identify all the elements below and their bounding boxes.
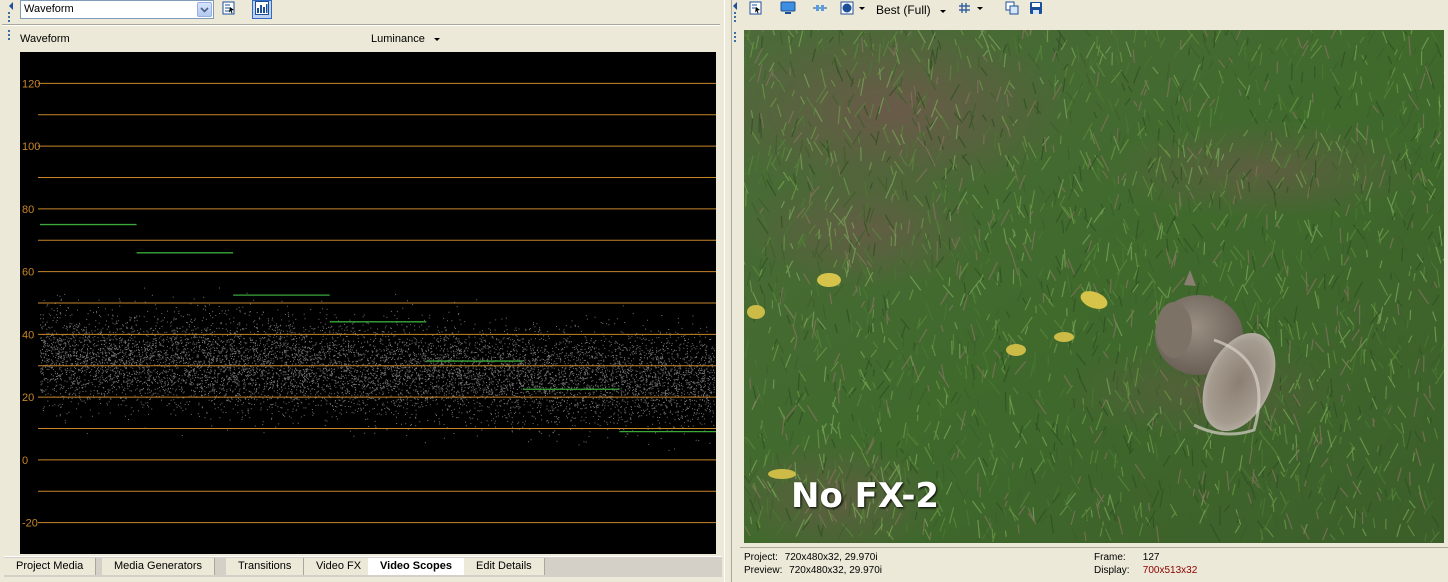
video-scopes-window: Waveform Waveform Luminance 120 100 80 60 40… [0,0,724,582]
status-display: Display: 700x513x32 [1094,565,1197,577]
split-screen-icon [812,1,828,18]
y-tick-label: 100 [22,141,40,153]
tab-project-media[interactable]: Project Media [4,558,97,575]
monitor-icon [780,1,796,18]
channel-select[interactable]: Luminance [371,33,440,45]
save-snapshot-button[interactable] [1026,0,1046,19]
status-label: Frame: [1094,552,1126,563]
collapse-arrow-icon[interactable] [733,2,737,10]
status-preview: Preview: 720x480x32, 29.970i [744,565,882,577]
tab-label: Video Scopes [380,560,452,572]
tab-media-generators[interactable]: Media Generators [102,558,216,575]
y-tick-label: 60 [22,267,34,279]
status-frame: Frame: 127 [1094,552,1159,564]
split-screen-button[interactable] [810,0,830,19]
grip-handle-icon[interactable] [734,32,737,44]
preview-mode-button[interactable] [838,0,868,19]
dropdown-caret-icon [433,37,440,41]
chevron-down-icon[interactable] [197,2,212,17]
properties-icon [749,1,763,18]
status-value: 127 [1142,552,1160,563]
save-icon [1029,1,1043,18]
copy-snapshot-button[interactable] [1002,0,1022,19]
dropdown-caret-icon [939,9,946,13]
y-tick-label: 0 [22,455,28,467]
tab-transitions[interactable]: Transitions [226,558,305,575]
histogram-icon [255,1,269,18]
grid-icon [958,1,984,18]
external-monitor-button[interactable] [778,0,798,19]
scope-type-value: Waveform [24,3,74,15]
status-value: 720x480x32, 29.970i [789,565,882,576]
preview-properties-button[interactable] [746,0,766,19]
divider [740,547,1448,548]
y-tick-label: 80 [22,204,34,216]
status-value: 700x513x32 [1142,565,1198,576]
tab-label: Video FX [316,560,362,572]
status-label: Project: [744,552,778,563]
quality-select[interactable]: Best (Full) [876,3,946,17]
y-tick-label: 20 [22,392,34,404]
tab-label: Project Media [16,560,84,572]
status-label: Display: [1094,565,1130,576]
status-label: Preview: [744,565,783,576]
grip-handle-icon[interactable] [8,12,11,24]
settings-icon [222,1,236,18]
video-preview: No FX-2 [744,30,1444,543]
collapse-arrow-icon[interactable] [9,2,13,10]
video-preview-window: Best (Full) No FX-2 Project: 720x480x32,… [732,0,1448,582]
tab-edit-details[interactable]: Edit Details [464,558,545,575]
circle-mode-icon [840,1,866,18]
copy-icon [1005,1,1019,18]
grip-handle-icon[interactable] [8,30,11,42]
tab-label: Edit Details [476,560,532,572]
tab-video-scopes[interactable]: Video Scopes [368,558,465,575]
tab-video-fx[interactable]: Video FX [304,558,375,575]
channel-select-value: Luminance [371,33,425,45]
tab-label: Transitions [238,560,292,572]
pane-splitter[interactable] [724,0,732,582]
y-tick-label: 120 [22,78,40,90]
window-tab-bar: Project Media Media Generators Transitio… [4,556,722,577]
scope-type-select[interactable]: Waveform [20,0,214,19]
overlays-button[interactable] [956,0,986,19]
waveform-plot: 120 100 80 60 40 20 0 -20 [22,78,716,530]
scope-title: Waveform [20,33,70,45]
settings-button[interactable] [219,0,239,19]
scope-header: Waveform Luminance [20,30,718,48]
waveform-trace [40,287,715,451]
overlay-text: No FX-2 [791,476,940,516]
quality-select-value: Best (Full) [876,3,931,17]
waveform-scope: 120 100 80 60 40 20 0 -20 [20,52,716,554]
divider [2,24,720,26]
preview-frame-image [744,30,1444,543]
tab-label: Media Generators [114,560,203,572]
status-value: 720x480x32, 29.970i [784,552,878,563]
status-project: Project: 720x480x32, 29.970i [744,552,878,564]
grip-handle-icon[interactable] [734,12,737,24]
y-tick-label: -20 [22,518,38,530]
update-scopes-button[interactable] [252,0,272,19]
y-tick-label: 40 [22,329,34,341]
